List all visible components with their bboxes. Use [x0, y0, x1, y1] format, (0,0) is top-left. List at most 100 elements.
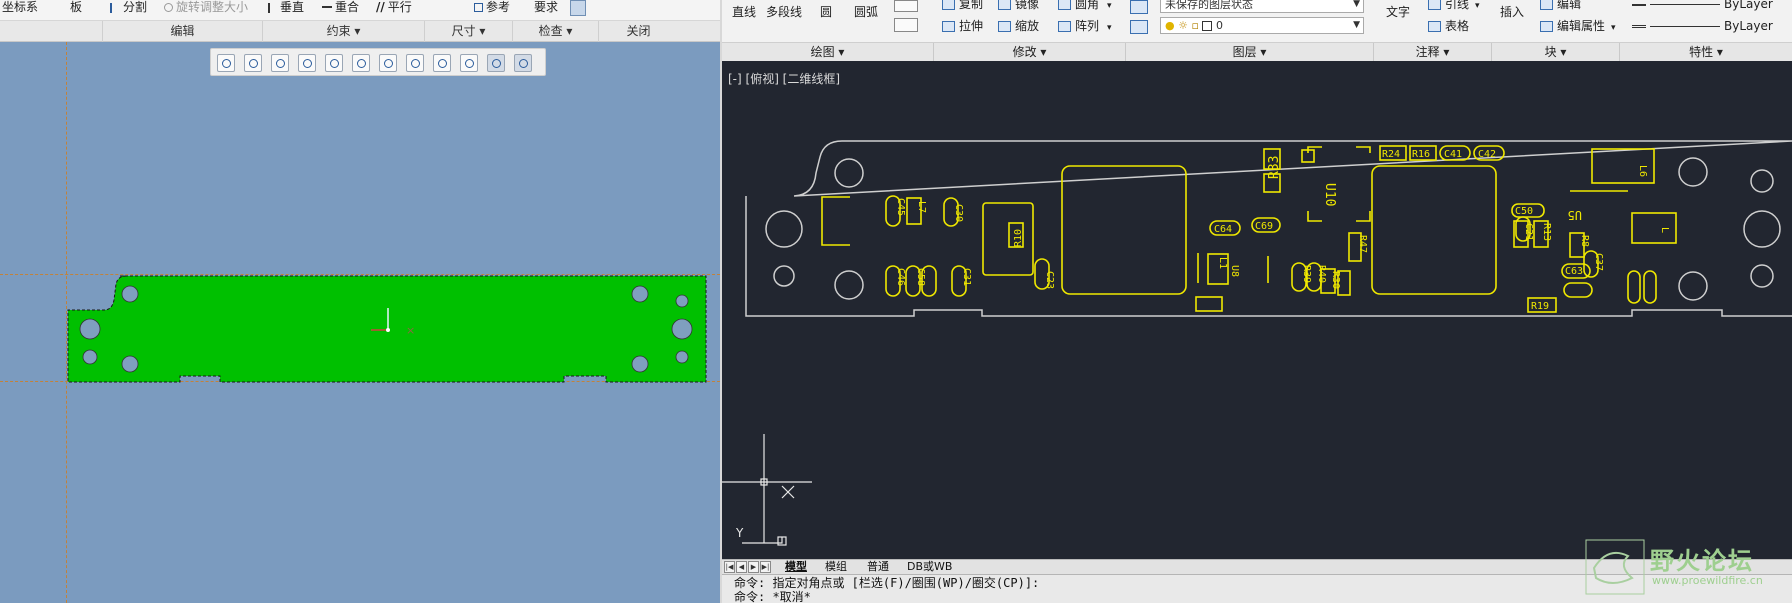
label-r30: R30	[1330, 271, 1341, 289]
arc-button[interactable]: 圆弧	[854, 4, 878, 20]
group-edit: 编辑	[102, 21, 262, 42]
requirement-button[interactable]: 要求	[534, 0, 558, 18]
coord-system-button[interactable]: 坐标系	[2, 0, 38, 18]
label-r40: R40	[1316, 265, 1327, 283]
circle-button[interactable]: 圆	[820, 4, 832, 20]
fillet-button[interactable]: 圆角 ▾	[1058, 0, 1112, 12]
refit-icon[interactable]	[217, 54, 235, 72]
label-r16: R16	[1412, 149, 1430, 160]
label-c41: C41	[1444, 149, 1462, 160]
view-orient-icon[interactable]	[325, 54, 343, 72]
pcb-drawing[interactable]: R33 U10 U5 R10 C30 R24 R16 C41 C42 C64 C…	[722, 61, 1792, 559]
repaint-icon[interactable]	[298, 54, 316, 72]
spin-center-icon[interactable]	[433, 54, 451, 72]
table-label: 表格	[1445, 19, 1470, 33]
dimension-display-icon[interactable]	[487, 54, 505, 72]
display-style-icon[interactable]	[379, 54, 397, 72]
first-tab-icon[interactable]: |◀	[724, 561, 735, 573]
group-annotation[interactable]: 注释 ▾	[1374, 43, 1492, 61]
text-button[interactable]: 文字	[1386, 4, 1410, 20]
mount-hole	[121, 285, 139, 303]
zoom-out-icon[interactable]	[271, 54, 289, 72]
color-square-icon	[1202, 21, 1213, 31]
parallel-label: 平行	[387, 0, 412, 14]
view-dropdown-icon[interactable]	[894, 0, 918, 12]
stretch-icon	[942, 21, 955, 32]
sun-icon: ☼	[1178, 19, 1188, 32]
layer-combo[interactable]: ● ☼ ▫ 0 ▼	[1160, 17, 1364, 34]
vertex-display-icon[interactable]	[514, 54, 532, 72]
selected-tool-icon[interactable]	[570, 0, 586, 16]
watermark-url: www.proewildfire.cn	[1652, 574, 1763, 587]
tab-model[interactable]: 模型	[782, 560, 810, 575]
parallel-button[interactable]: //平行	[376, 0, 412, 18]
lineweight-line	[1650, 26, 1720, 27]
edit-attr-button[interactable]: 编辑属性 ▾	[1540, 18, 1616, 34]
group-constraint[interactable]: 约束 ▾	[262, 21, 424, 42]
edit-label: 编辑	[1557, 0, 1582, 11]
creo-group-bar: 编辑 约束 ▾ 尺寸 ▾ 检查 ▾ 关闭	[0, 20, 720, 42]
table-button[interactable]: 表格	[1428, 18, 1469, 34]
vertical-button[interactable]: 垂直	[268, 0, 304, 18]
line-button[interactable]: 直线	[732, 4, 756, 20]
zoom-in-icon[interactable]	[244, 54, 262, 72]
linetype-combo[interactable]: ByLayer	[1632, 0, 1782, 12]
label-c30: C30	[953, 204, 964, 222]
group-inspect[interactable]: 检查 ▾	[512, 21, 598, 42]
insert-button[interactable]: 插入	[1500, 4, 1524, 20]
mount-hole	[675, 350, 689, 364]
edit-block-button[interactable]: 编辑	[1540, 0, 1581, 12]
group-layer[interactable]: 图层 ▾	[1126, 43, 1374, 61]
label-l7: L7	[916, 201, 927, 213]
coincident-button[interactable]: 重合	[322, 0, 359, 18]
rotate-resize-button[interactable]: 旋转调整大小	[164, 0, 248, 18]
next-tab-icon[interactable]: ▶	[748, 561, 759, 573]
linetype-value: ByLayer	[1724, 0, 1773, 11]
vertical-label: 垂直	[280, 0, 305, 14]
tab-module[interactable]: 模组	[822, 560, 850, 575]
tab-normal[interactable]: 普通	[864, 560, 892, 575]
mirror-label: 镜像	[1015, 0, 1040, 11]
group-draw[interactable]: 绘图 ▾	[722, 43, 934, 61]
autocad-window: 直线 多段线 圆 圆弧 复制 镜像 圆角 ▾ 拉伸 缩放 阵列 ▾ 未保存的图层状态…	[722, 0, 1792, 603]
label-c64: C64	[1214, 224, 1232, 235]
tab-db-wb[interactable]: DB或WB	[904, 560, 955, 575]
mount-hole	[82, 349, 98, 365]
datum-display-icon[interactable]	[406, 54, 424, 72]
lineweight-combo[interactable]: ByLayer	[1632, 18, 1782, 34]
last-tab-icon[interactable]: ▶|	[760, 561, 771, 573]
layer-tools-icon[interactable]	[1130, 20, 1148, 34]
group-dimension[interactable]: 尺寸 ▾	[424, 21, 512, 42]
label-u8: U8	[1229, 265, 1240, 277]
leader-button[interactable]: 引线 ▾	[1428, 0, 1480, 12]
linetype-line	[1650, 4, 1720, 5]
creo-ribbon: 坐标系 板 分割 旋转调整大小 垂直 重合 //平行 参考 要求 编辑 约束 ▾…	[0, 0, 720, 42]
group-modify[interactable]: 修改 ▾	[934, 43, 1126, 61]
board-button[interactable]: 板	[70, 0, 82, 18]
copy-icon	[942, 0, 955, 10]
stretch-button[interactable]: 拉伸	[942, 18, 983, 34]
coincident-icon	[322, 6, 332, 9]
group-block[interactable]: 块 ▾	[1492, 43, 1620, 61]
hatch-icon[interactable]	[894, 18, 918, 32]
prev-tab-icon[interactable]: ◀	[736, 561, 747, 573]
label-c21: C21	[1523, 223, 1534, 241]
mirror-button[interactable]: 镜像	[998, 0, 1039, 12]
split-button[interactable]: 分割	[110, 0, 147, 18]
layer-properties-icon[interactable]	[1130, 0, 1148, 14]
group-close[interactable]: 关闭	[598, 21, 678, 42]
mount-hole	[121, 355, 139, 373]
array-button[interactable]: 阵列 ▾	[1058, 18, 1112, 34]
pcb-sketch-board[interactable]: ×	[66, 274, 716, 386]
reference-button[interactable]: 参考	[474, 0, 510, 18]
label-c31: C31	[961, 268, 972, 286]
scale-button[interactable]: 缩放	[998, 18, 1039, 34]
label-u5: U5	[1568, 208, 1582, 222]
copy-button[interactable]: 复制	[942, 0, 983, 12]
layer-state-combo[interactable]: 未保存的图层状态 ▼	[1160, 0, 1364, 13]
saved-views-icon[interactable]	[352, 54, 370, 72]
ucs-y-label: Y	[735, 526, 744, 540]
constraint-display-icon[interactable]	[460, 54, 478, 72]
group-properties[interactable]: 特性 ▾	[1620, 43, 1792, 61]
polyline-button[interactable]: 多段线	[766, 4, 802, 20]
